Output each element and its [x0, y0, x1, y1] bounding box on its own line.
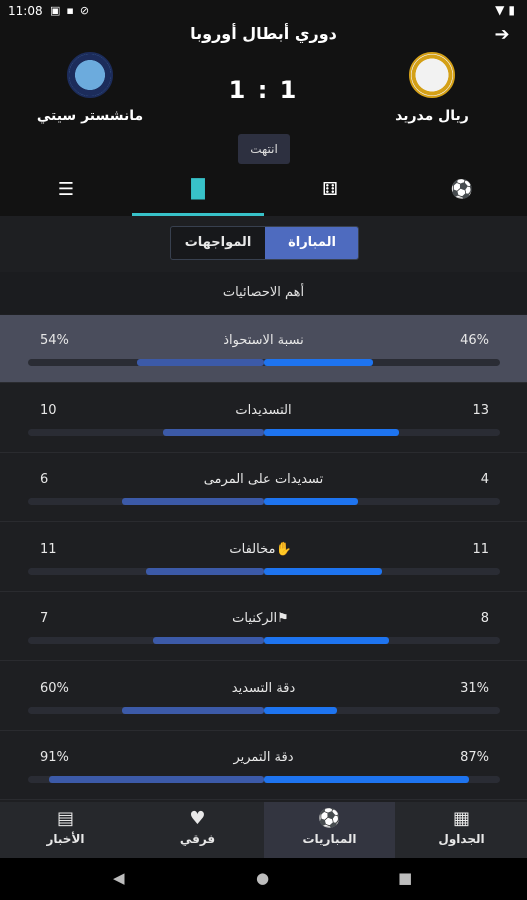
away-team-name: مانشستر سيتي [36, 108, 144, 124]
stat-row: 11 مخالفات✋ 11 [0, 524, 527, 592]
stat-label-text: نسبة الاستحواذ [223, 333, 304, 348]
stat-home-value: 8 [480, 611, 489, 626]
away-stat-bar [146, 567, 264, 575]
league-title: دوري أبطال أوروبا [190, 24, 337, 43]
stat-bar-track [28, 637, 500, 644]
home-stat-bar [264, 567, 382, 575]
section-title: أهم الاحصائيات [0, 272, 527, 314]
bottom-nav: ▤ الأخبار ♥ فرقي ⚽ المباريات ▦ الجداول [0, 802, 527, 858]
stat-label: دقة التسديد [0, 681, 527, 696]
system-back-icon[interactable]: ◀ [113, 869, 125, 887]
stat-bar-track [28, 706, 500, 714]
nav-matches[interactable]: ⚽ المباريات [264, 802, 395, 858]
stat-label: دقة التمرير [0, 750, 527, 765]
stat-row: 6 تسديدات على المرمى 4 [0, 454, 527, 522]
nav-tables-label: الجداول [438, 832, 485, 846]
nav-tables[interactable]: ▦ الجداول [396, 802, 527, 858]
match-status-badge: انتهت [238, 134, 290, 164]
stat-bar-track [28, 428, 500, 436]
notification-icons: ▣▪⊘ [50, 4, 96, 17]
system-recents-icon[interactable]: ■ [398, 869, 412, 887]
stat-home-value: 31% [460, 680, 489, 696]
stat-bar-track [28, 498, 500, 505]
home-stat-bar [264, 359, 373, 366]
stat-row: 91% دقة التمرير 87% [0, 732, 527, 800]
stat-row: 10 التسديدات 13 [0, 385, 527, 453]
stat-bar-track [28, 776, 500, 783]
away-stat-bar [153, 637, 264, 644]
stat-home-value: 11 [472, 541, 489, 557]
stat-home-value: 13 [472, 402, 489, 418]
stat-label: مخالفات✋ [0, 542, 527, 557]
stat-label-text: التسديدات [235, 402, 292, 418]
stat-home-value: 87% [460, 750, 489, 765]
nav-news[interactable]: ▤ الأخبار [0, 802, 131, 858]
home-stat-bar [264, 776, 469, 783]
stat-label-text: الركنيات [232, 611, 278, 626]
foul-icon: ✋ [275, 541, 292, 557]
wifi-battery-icons: ▼▮ [495, 3, 519, 17]
home-stat-bar [264, 637, 389, 644]
tab-lineup[interactable]: ⚅ [264, 166, 396, 216]
stat-home-value: 4 [480, 472, 489, 487]
stat-label-text: دقة التسديد [231, 680, 296, 696]
stat-label-text: دقة التمرير [233, 750, 294, 765]
stat-label: الركنيات⚑ [0, 611, 527, 626]
status-time: 11:08 [8, 4, 43, 18]
lineup-icon: ⚅ [322, 179, 338, 200]
match-button[interactable]: المباراة [265, 227, 358, 259]
nav-matches-label: المباريات [302, 832, 357, 846]
stats-icon: ▐▌ [184, 179, 212, 200]
tab-events[interactable]: ⚽ [396, 166, 527, 216]
ball-icon: ⚽ [318, 808, 341, 829]
news-icon: ▤ [56, 808, 74, 829]
away-stat-bar [163, 428, 264, 436]
stat-row: 7 الركنيات⚑ 8 [0, 593, 527, 661]
ball-icon: ⚽ [450, 179, 474, 200]
stat-label-text: تسديدات على المرمى [203, 472, 324, 487]
away-team-crest [67, 52, 113, 98]
match-header: ➔ دوري أبطال أوروبا ريال مدريد 1 : 1 مان… [0, 24, 527, 166]
system-nav-bar: ◀ ● ■ [0, 858, 527, 900]
status-bar: 11:08 ▣▪⊘ ▼▮ [0, 0, 527, 24]
home-stat-bar [264, 706, 337, 714]
list-icon: ☰ [57, 179, 75, 200]
stat-bar-track [28, 567, 500, 575]
grid-icon: ▦ [452, 808, 470, 829]
stats-segment: المواجهات المباراة [170, 226, 359, 260]
home-team-name: ريال مدريد [395, 108, 469, 124]
nav-my-teams[interactable]: ♥ فرقي [132, 802, 263, 858]
away-stat-bar [122, 498, 264, 505]
stat-row: 54% نسبة الاستحواذ 46% [0, 315, 527, 383]
corner-flag-icon: ⚑ [277, 611, 289, 626]
stat-home-value: 46% [460, 333, 489, 348]
nav-my-teams-label: فرقي [179, 832, 216, 846]
stat-bar-track [28, 359, 500, 366]
stat-label: التسديدات [0, 403, 527, 418]
stat-label-text: مخالفات [229, 541, 276, 557]
away-stat-bar [122, 706, 264, 714]
home-stat-bar [264, 498, 358, 505]
h2h-button[interactable]: المواجهات [171, 227, 265, 259]
home-stat-bar [264, 428, 399, 436]
tab-stats[interactable]: ▐▌ [132, 166, 264, 216]
heart-icon: ♥ [189, 808, 206, 829]
tab-list[interactable]: ☰ [0, 166, 132, 216]
system-home-icon[interactable]: ● [256, 869, 269, 887]
nav-news-label: الأخبار [46, 832, 85, 846]
away-stat-bar [137, 359, 264, 366]
away-team[interactable]: مانشستر سيتي [30, 52, 150, 124]
away-stat-bar [49, 776, 264, 783]
match-tabs: ☰ ▐▌ ⚅ ⚽ [0, 166, 527, 216]
stat-row: 60% دقة التسديد 31% [0, 663, 527, 731]
stat-label: تسديدات على المرمى [0, 472, 527, 487]
stat-label: نسبة الاستحواذ [0, 333, 527, 348]
